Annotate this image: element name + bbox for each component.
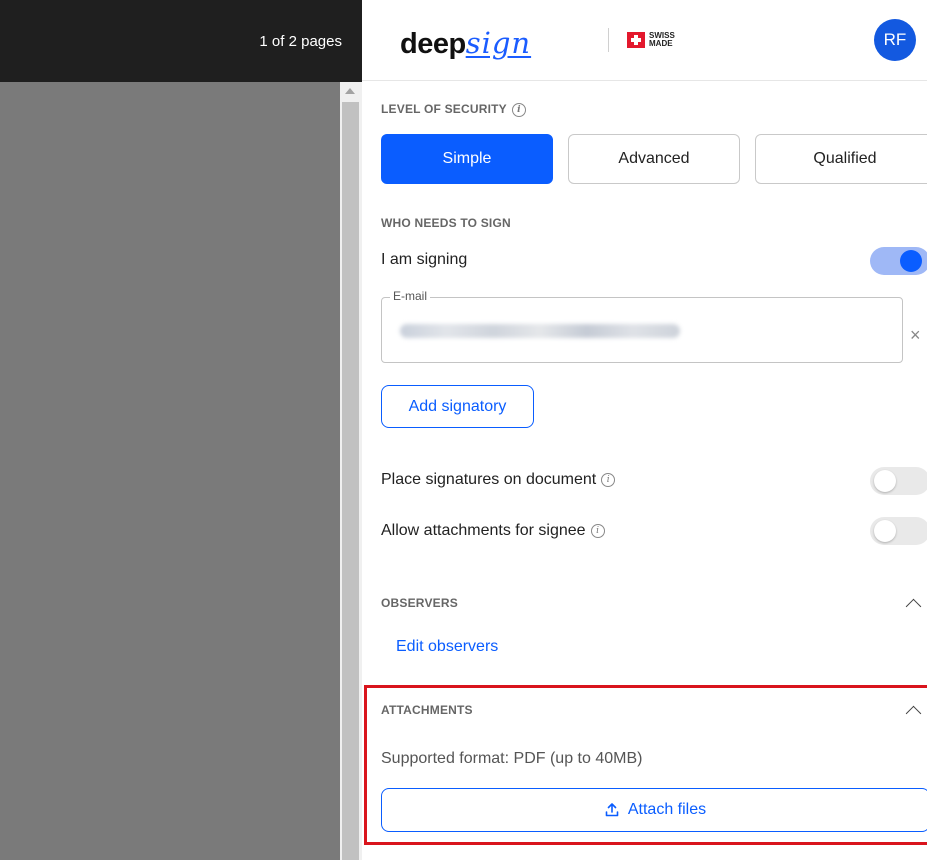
security-option-advanced[interactable]: Advanced bbox=[568, 134, 740, 184]
i-am-signing-toggle[interactable] bbox=[870, 247, 927, 275]
swiss-line-2: MADE bbox=[649, 39, 673, 48]
level-of-security-title: LEVEL OF SECURITY bbox=[381, 102, 507, 116]
attach-files-label: Attach files bbox=[627, 801, 707, 818]
toggle-knob bbox=[874, 470, 896, 492]
scrollbar-thumb[interactable] bbox=[342, 102, 359, 860]
viewer-toolbar: 1 of 2 pages bbox=[0, 0, 362, 82]
clear-email-icon[interactable]: × bbox=[910, 325, 921, 346]
level-of-security-heading: LEVEL OF SECURITY i bbox=[381, 102, 526, 117]
who-needs-to-sign-heading: WHO NEEDS TO SIGN bbox=[381, 216, 511, 230]
attach-files-button[interactable]: Attach files bbox=[381, 788, 927, 832]
logo-text-bold: deep bbox=[400, 28, 466, 60]
place-signatures-row: Place signatures on document i bbox=[381, 471, 616, 489]
place-signatures-toggle[interactable] bbox=[870, 467, 927, 495]
supported-format-text: Supported format: PDF (up to 40MB) bbox=[381, 750, 643, 767]
attachments-heading: ATTACHMENTS bbox=[381, 703, 473, 717]
info-icon[interactable]: i bbox=[511, 102, 526, 117]
add-signatory-button[interactable]: Add signatory bbox=[381, 385, 534, 428]
viewer-scrollbar[interactable] bbox=[340, 82, 362, 860]
page-counter: 1 of 2 pages bbox=[259, 33, 342, 50]
email-field-label: E-mail bbox=[390, 289, 431, 303]
email-field-value[interactable]: •••••••••••••••••••••••• bbox=[400, 324, 680, 338]
info-icon[interactable]: i bbox=[590, 523, 605, 538]
allow-attachments-label: Allow attachments for signee bbox=[381, 522, 586, 539]
upload-icon bbox=[605, 803, 619, 817]
info-icon[interactable]: i bbox=[601, 472, 616, 487]
scroll-up-arrow-icon[interactable] bbox=[345, 88, 355, 94]
allow-attachments-row: Allow attachments for signee i bbox=[381, 522, 605, 540]
i-am-signing-label: I am signing bbox=[381, 251, 468, 268]
document-viewer: 1 of 2 pages bbox=[0, 0, 362, 860]
observers-heading: OBSERVERS bbox=[381, 596, 458, 610]
edit-observers-link[interactable]: Edit observers bbox=[396, 638, 498, 656]
security-option-simple[interactable]: Simple bbox=[381, 134, 553, 184]
user-avatar[interactable]: RF bbox=[874, 19, 916, 61]
swiss-made-badge: SWISS MADE bbox=[627, 32, 675, 48]
security-option-qualified[interactable]: Qualified bbox=[755, 134, 927, 184]
allow-attachments-toggle[interactable] bbox=[870, 517, 927, 545]
toggle-knob bbox=[874, 520, 896, 542]
swiss-flag-icon bbox=[627, 32, 645, 48]
app-header: deepsign SWISS MADE RF bbox=[362, 0, 927, 81]
attachments-collapse-chevron-up-icon[interactable] bbox=[905, 705, 922, 722]
email-field[interactable]: E-mail •••••••••••••••••••••••• bbox=[381, 289, 903, 363]
observers-collapse-chevron-up-icon[interactable] bbox=[905, 598, 922, 615]
logo-text-script: sign bbox=[465, 26, 532, 60]
deepsign-logo[interactable]: deepsign bbox=[400, 26, 531, 61]
toggle-knob bbox=[900, 250, 922, 272]
header-divider bbox=[608, 28, 609, 52]
place-signatures-label: Place signatures on document bbox=[381, 471, 597, 488]
